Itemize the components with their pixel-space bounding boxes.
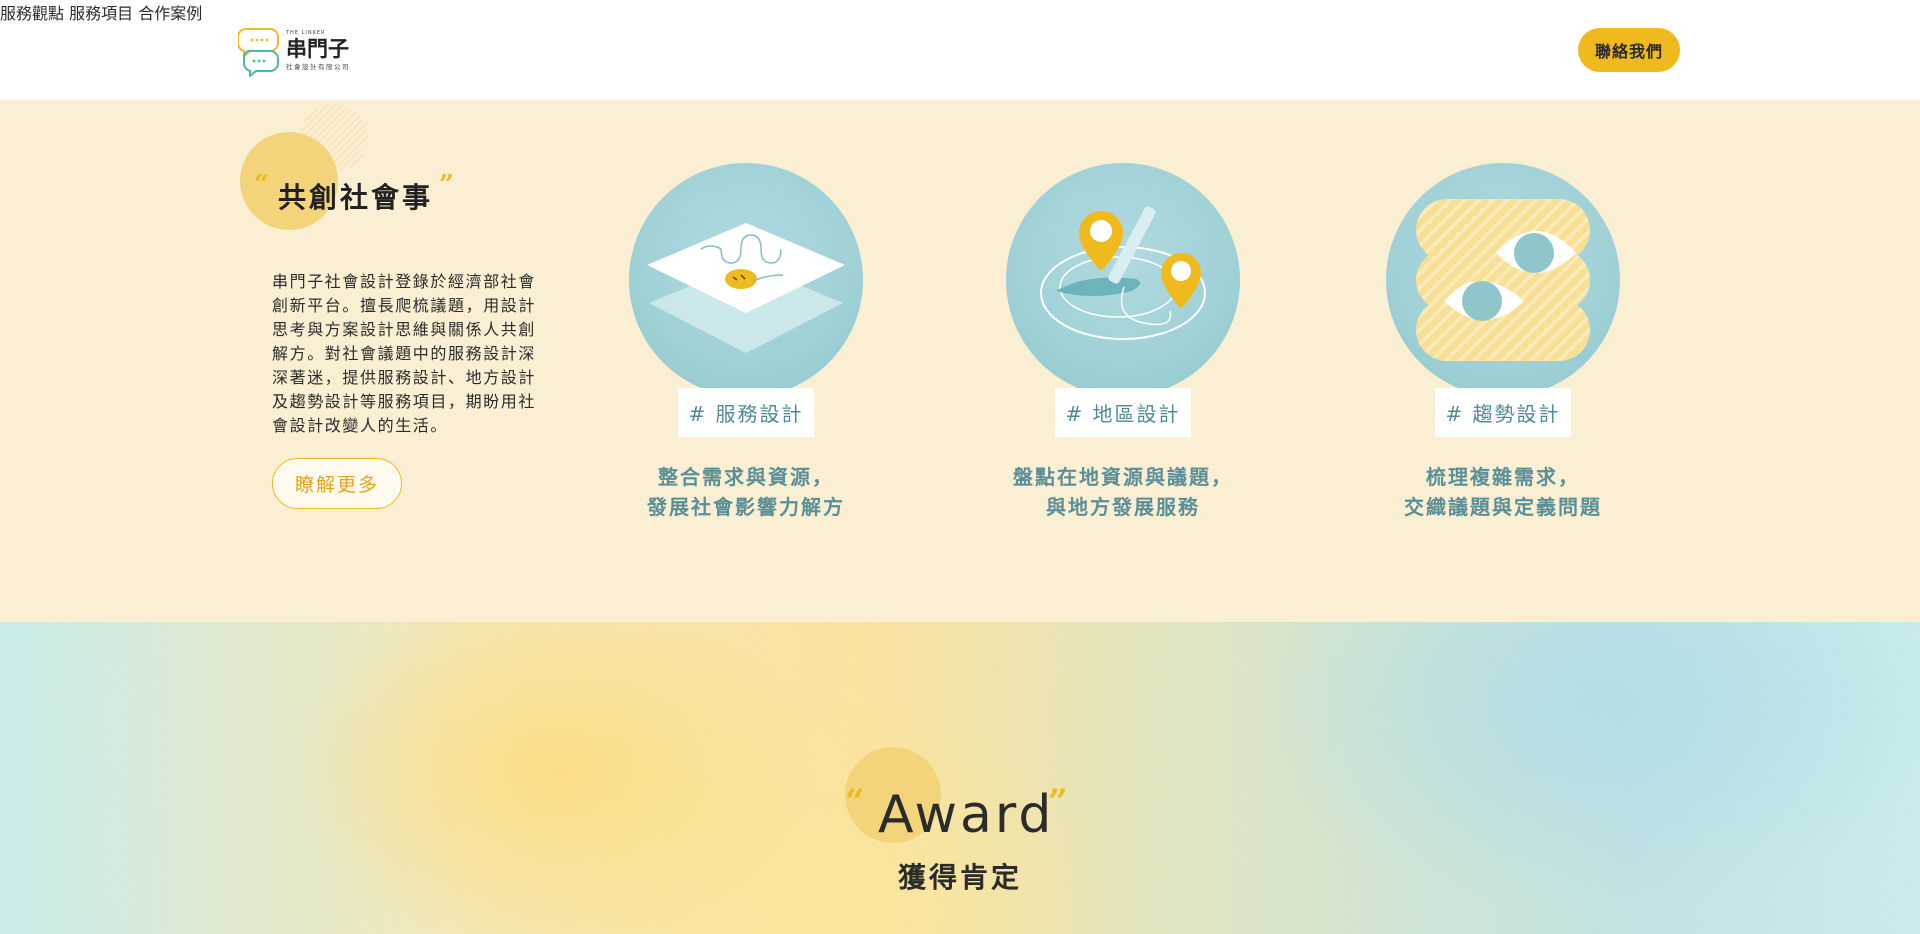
intro-line: 及趨勢設計等服務項目，期盼用社 <box>272 392 537 411</box>
logo-subtitle: 社會設計有限公司 <box>286 63 350 72</box>
intro-line: 思考與方案設計思維與關係人共創 <box>272 320 537 339</box>
service-description: 整合需求與資源， 發展社會影響力解方 <box>589 462 903 522</box>
nav-service-viewpoint[interactable]: 服務觀點 <box>0 4 64 23</box>
service-card-service-design[interactable]: # 服務設計 整合需求與資源， 發展社會影響力解方 <box>629 163 863 553</box>
service-desc-line: 梳理複雜需求， <box>1426 465 1580 489</box>
service-description: 盤點在地資源與議題， 與地方發展服務 <box>966 462 1280 522</box>
service-tag[interactable]: # 服務設計 <box>678 388 814 437</box>
award-title: Award <box>878 785 1055 845</box>
service-desc-line: 與地方發展服務 <box>1046 495 1200 519</box>
learn-more-button[interactable]: 瞭解更多 <box>272 458 402 509</box>
nav-service-items[interactable]: 服務項目 <box>69 4 133 23</box>
layers-icon <box>647 223 845 353</box>
service-description: 梳理複雜需求， 交織議題與定義問題 <box>1346 462 1660 522</box>
award-close-quote-mark: ” <box>1048 782 1068 822</box>
service-tag[interactable]: # 地區設計 <box>1055 388 1191 437</box>
logo-bubbles-icon <box>238 28 279 77</box>
intro-line: 解方。對社會議題中的服務設計深 <box>272 344 537 363</box>
logo[interactable]: THE LINKER 串門子 社會設計有限公司 <box>238 24 363 78</box>
logo-english: THE LINKER <box>286 30 326 37</box>
nav-cases[interactable]: 合作案例 <box>138 4 202 23</box>
award-section: “ Award ” 獲得肯定 <box>0 622 1920 934</box>
open-quote-mark: “ <box>254 170 269 200</box>
eyes-icon <box>1416 199 1590 361</box>
intro-line: 串門子社會設計登錄於經濟部社會 <box>272 272 537 291</box>
service-desc-line: 盤點在地資源與議題， <box>1013 465 1233 489</box>
close-quote-mark: ” <box>439 170 454 200</box>
logo-text: THE LINKER 串門子 社會設計有限公司 <box>286 31 350 71</box>
logo-chinese: 串門子 <box>286 37 349 62</box>
service-illustration <box>1006 163 1240 397</box>
service-illustration <box>1386 163 1620 397</box>
intro-line: 深著迷，提供服務設計、地方設計 <box>272 368 537 387</box>
service-desc-line: 交織議題與定義問題 <box>1404 495 1602 519</box>
service-illustration <box>629 163 863 397</box>
service-desc-line: 發展社會影響力解方 <box>647 495 845 519</box>
service-desc-line: 整合需求與資源， <box>658 465 834 489</box>
award-open-quote-mark: “ <box>845 782 865 822</box>
intro-line: 會設計改變人的生活。 <box>272 416 449 435</box>
service-card-trend-design[interactable]: # 趨勢設計 梳理複雜需求， 交織議題與定義問題 <box>1386 163 1620 553</box>
service-tag[interactable]: # 趨勢設計 <box>1435 388 1571 437</box>
intro-paragraph: 串門子社會設計登錄於經濟部社會 創新平台。擅長爬梳議題，用設計 思考與方案設計思… <box>272 270 548 438</box>
intro-line: 創新平台。擅長爬梳議題，用設計 <box>272 296 537 315</box>
intro-section: “ 共創社會事 ” 串門子社會設計登錄於經濟部社會 創新平台。擅長爬梳議題，用設… <box>0 100 1920 622</box>
contact-us-button[interactable]: 聯絡我們 <box>1578 28 1680 72</box>
map-pin-icon <box>1040 206 1206 340</box>
site-header: THE LINKER 串門子 社會設計有限公司 服務觀點 服務項目 合作案例 聯… <box>0 0 1920 100</box>
service-card-regional-design[interactable]: # 地區設計 盤點在地資源與議題， 與地方發展服務 <box>1006 163 1240 553</box>
award-subtitle: 獲得肯定 <box>897 861 1022 894</box>
section-title: 共創社會事 <box>278 181 434 214</box>
